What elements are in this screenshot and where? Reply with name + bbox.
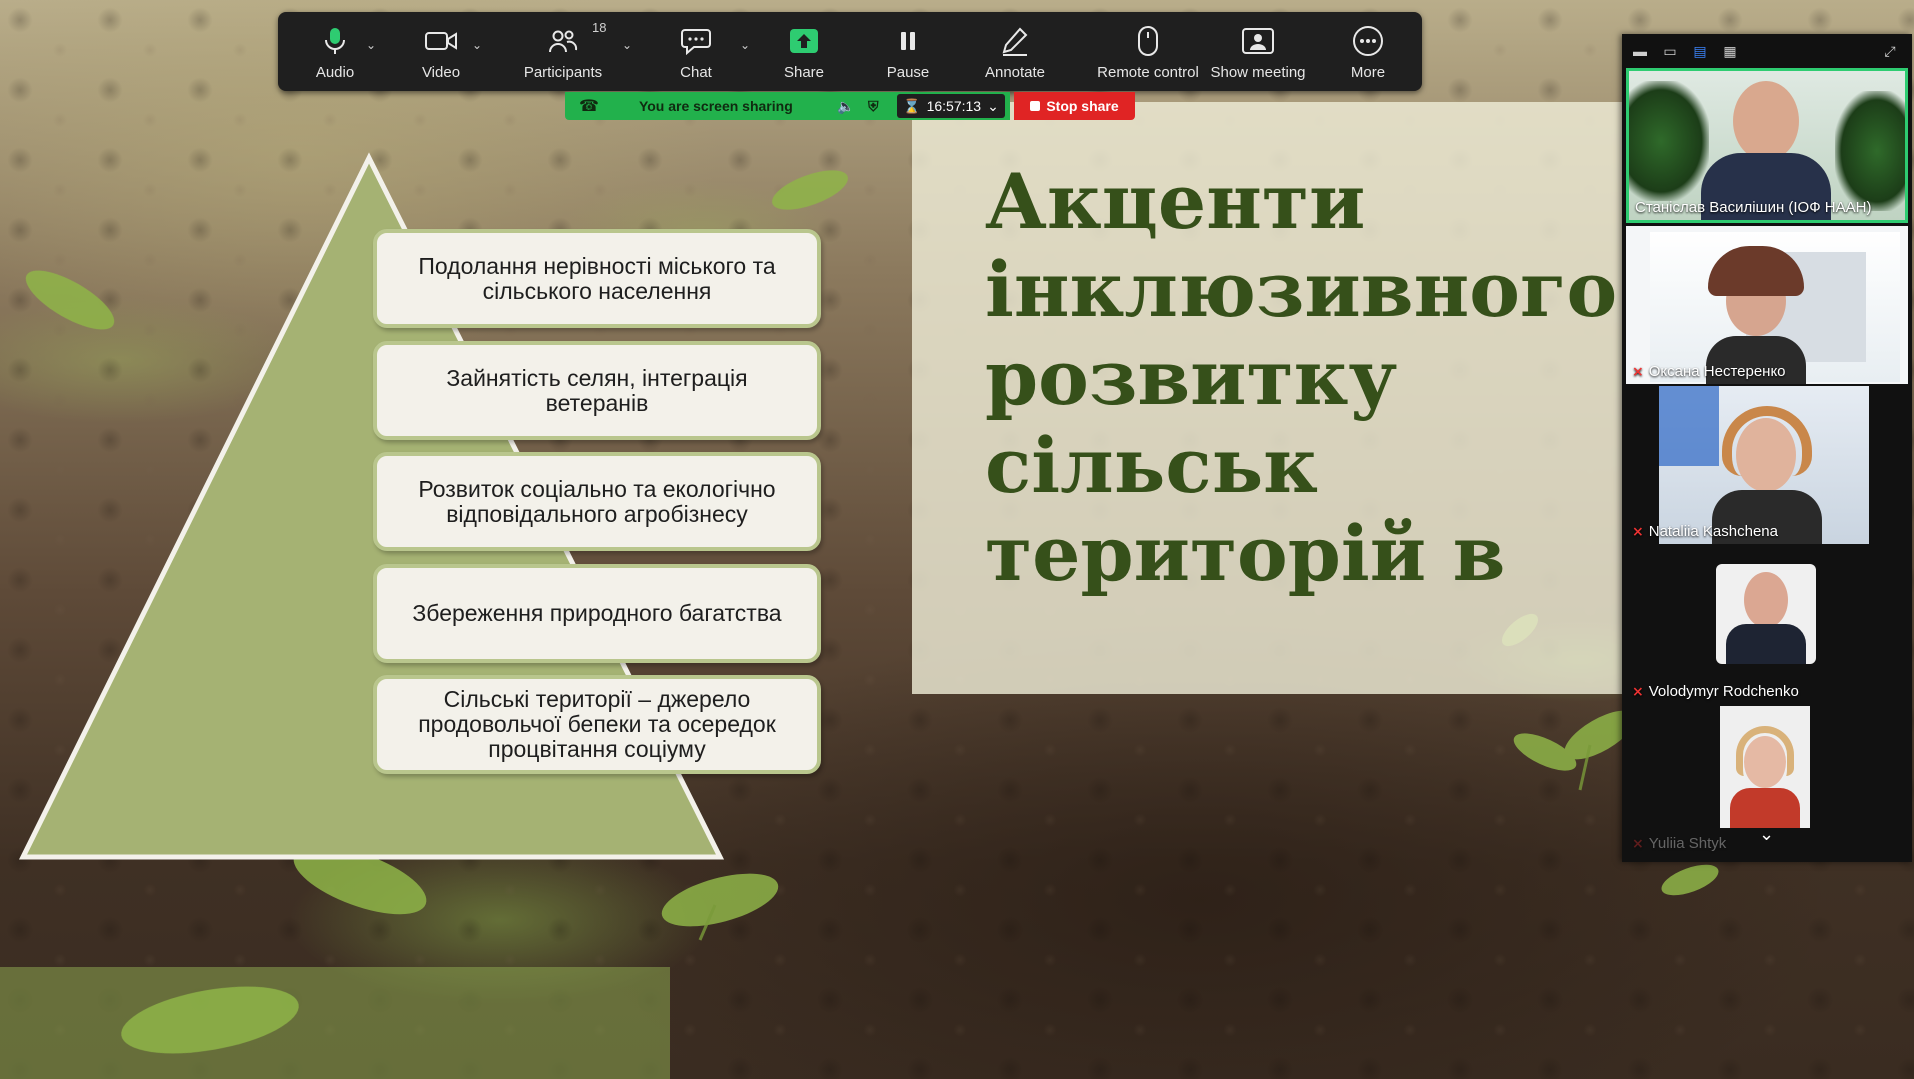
scroll-down-chevron-icon[interactable]: ⌄ xyxy=(1759,824,1774,845)
share-timer[interactable]: ⌛ 16:57:13 ⌄ xyxy=(897,94,1005,118)
more-ellipsis-icon xyxy=(1352,25,1384,57)
video-options-chevron-icon[interactable]: ⌄ xyxy=(472,38,482,52)
security-shield-icon[interactable]: ⛨ xyxy=(868,98,879,115)
hide-video-icon[interactable]: ▭ xyxy=(1660,42,1680,60)
participant-name: ⨯ Volodymyr Rodchenko xyxy=(1632,683,1799,700)
participants-options-chevron-icon[interactable]: ⌄ xyxy=(622,38,632,52)
pyramid-item-4: Збереження природного багатства xyxy=(373,564,821,663)
participant-face xyxy=(1733,81,1799,161)
participant-face xyxy=(1744,572,1788,628)
speaker-view-icon[interactable]: ▤ xyxy=(1690,42,1710,60)
timer-value: 16:57:13 xyxy=(926,98,982,114)
pyramid-item-2: Зайнятість селян, інтеграція ветеранів xyxy=(373,341,821,440)
drag-handle-icon[interactable]: ☎ xyxy=(579,96,599,116)
audio-options-chevron-icon[interactable]: ⌄ xyxy=(366,38,376,52)
participant-body xyxy=(1730,788,1800,828)
participant-hair xyxy=(1736,726,1794,776)
pause-share-button[interactable]: Pause xyxy=(878,12,938,91)
participant-name-text: Volodymyr Rodchenko xyxy=(1648,683,1799,700)
participant-body xyxy=(1726,624,1806,664)
pencil-icon xyxy=(999,25,1031,57)
gallery-view-icon[interactable]: ▦ xyxy=(1720,42,1740,60)
video-button[interactable]: Video xyxy=(411,12,471,91)
participant-video-tile-1[interactable]: Станіслав Василішин (ІОФ НААН) xyxy=(1626,68,1908,223)
video-camera-icon xyxy=(425,25,457,57)
minimize-icon[interactable]: ▬ xyxy=(1630,42,1650,60)
muted-microphone-icon: ⨯ xyxy=(1632,523,1644,539)
panel-header: ▬ ▭ ▤ ▦ ⤢ xyxy=(1622,34,1912,68)
annotate-label: Annotate xyxy=(984,64,1046,81)
meeting-toolbar: Audio ⌄ Video ⌄ Participants 18 ⌄ Chat ⌄… xyxy=(278,12,1422,91)
timer-chevron-down-icon: ⌄ xyxy=(987,97,999,114)
annotate-button[interactable]: Annotate xyxy=(980,12,1050,91)
microphone-icon xyxy=(319,25,351,57)
participant-name: Станіслав Василішин (ІОФ НААН) xyxy=(1635,199,1871,216)
participant-name: ⨯ Nataliia Kashchena xyxy=(1632,523,1778,540)
speaker-volume-icon[interactable]: 🔈 xyxy=(837,98,854,115)
muted-microphone-icon: ⨯ xyxy=(1632,683,1644,699)
participant-video-tile-2[interactable]: ⨯ Оксана Нестеренко xyxy=(1626,226,1908,384)
remote-control-label: Remote control xyxy=(1097,64,1199,81)
screen-sharing-message: You are screen sharing xyxy=(638,98,793,114)
expand-icon[interactable]: ⤢ xyxy=(1880,42,1900,60)
chat-bubble-icon xyxy=(680,25,712,57)
audio-label: Audio xyxy=(315,64,355,81)
pause-label: Pause xyxy=(886,64,930,81)
share-button[interactable]: Share xyxy=(774,12,834,91)
participants-label: Participants xyxy=(523,64,603,81)
participants-count-badge: 18 xyxy=(592,20,607,35)
pyramid-item-5: Сільські території – джерело продовольчо… xyxy=(373,675,821,774)
participant-name-text: Оксана Нестеренко xyxy=(1648,363,1786,380)
remote-control-button[interactable]: Remote control xyxy=(1083,12,1213,91)
participant-video-tile-4[interactable]: ⨯ Volodymyr Rodchenko xyxy=(1626,546,1908,704)
participants-video-panel: ▬ ▭ ▤ ▦ ⤢ Станіслав Василішин (ІОФ НААН)… xyxy=(1622,34,1912,862)
chat-label: Chat xyxy=(680,64,712,81)
people-icon xyxy=(547,25,579,57)
slide-title: Акценти інклюзивного розвитку сільськ те… xyxy=(985,158,1618,598)
chat-button[interactable]: Chat xyxy=(666,12,726,91)
stop-share-button[interactable]: Stop share xyxy=(1014,92,1135,120)
participant-name-text: Yuliia Shtyk xyxy=(1648,835,1727,852)
more-button[interactable]: More xyxy=(1338,12,1398,91)
stop-square-icon xyxy=(1030,101,1041,111)
pyramid-item-3: Розвиток соціально та екологічно відпові… xyxy=(373,452,821,551)
show-meeting-label: Show meeting xyxy=(1210,64,1306,81)
hourglass-icon: ⌛ xyxy=(903,97,921,114)
muted-microphone-icon: ⨯ xyxy=(1632,363,1644,379)
participant-name-text: Nataliia Kashchena xyxy=(1648,523,1778,540)
mouse-icon xyxy=(1132,25,1164,57)
show-meeting-button[interactable]: Show meeting xyxy=(1203,12,1313,91)
chat-options-chevron-icon[interactable]: ⌄ xyxy=(740,38,750,52)
plant-image xyxy=(1629,81,1709,201)
meeting-window-icon xyxy=(1242,25,1274,57)
participant-name-text: Станіслав Василішин (ІОФ НААН) xyxy=(1635,199,1872,216)
more-label: More xyxy=(1350,64,1386,81)
video-label: Video xyxy=(421,64,461,81)
stop-share-label: Stop share xyxy=(1046,98,1119,114)
audio-button[interactable]: Audio xyxy=(305,12,365,91)
pause-icon xyxy=(892,25,924,57)
participants-button[interactable]: Participants xyxy=(523,12,603,91)
participant-video-tile-5[interactable]: ⨯ Yuliia Shtyk ⌄ xyxy=(1626,706,1908,856)
muted-microphone-icon: ⨯ xyxy=(1632,835,1644,851)
plant-image xyxy=(1835,91,1905,211)
participant-name: ⨯ Yuliia Shtyk xyxy=(1632,835,1726,852)
flag-image xyxy=(1659,386,1719,466)
pyramid-item-1: Подолання нерівності міського та сільськ… xyxy=(373,229,821,328)
share-label: Share xyxy=(783,64,825,81)
participant-video-tile-3[interactable]: ⨯ Nataliia Kashchena xyxy=(1626,386,1908,544)
share-screen-icon xyxy=(788,25,820,57)
participant-name: ⨯ Оксана Нестеренко xyxy=(1632,363,1786,380)
